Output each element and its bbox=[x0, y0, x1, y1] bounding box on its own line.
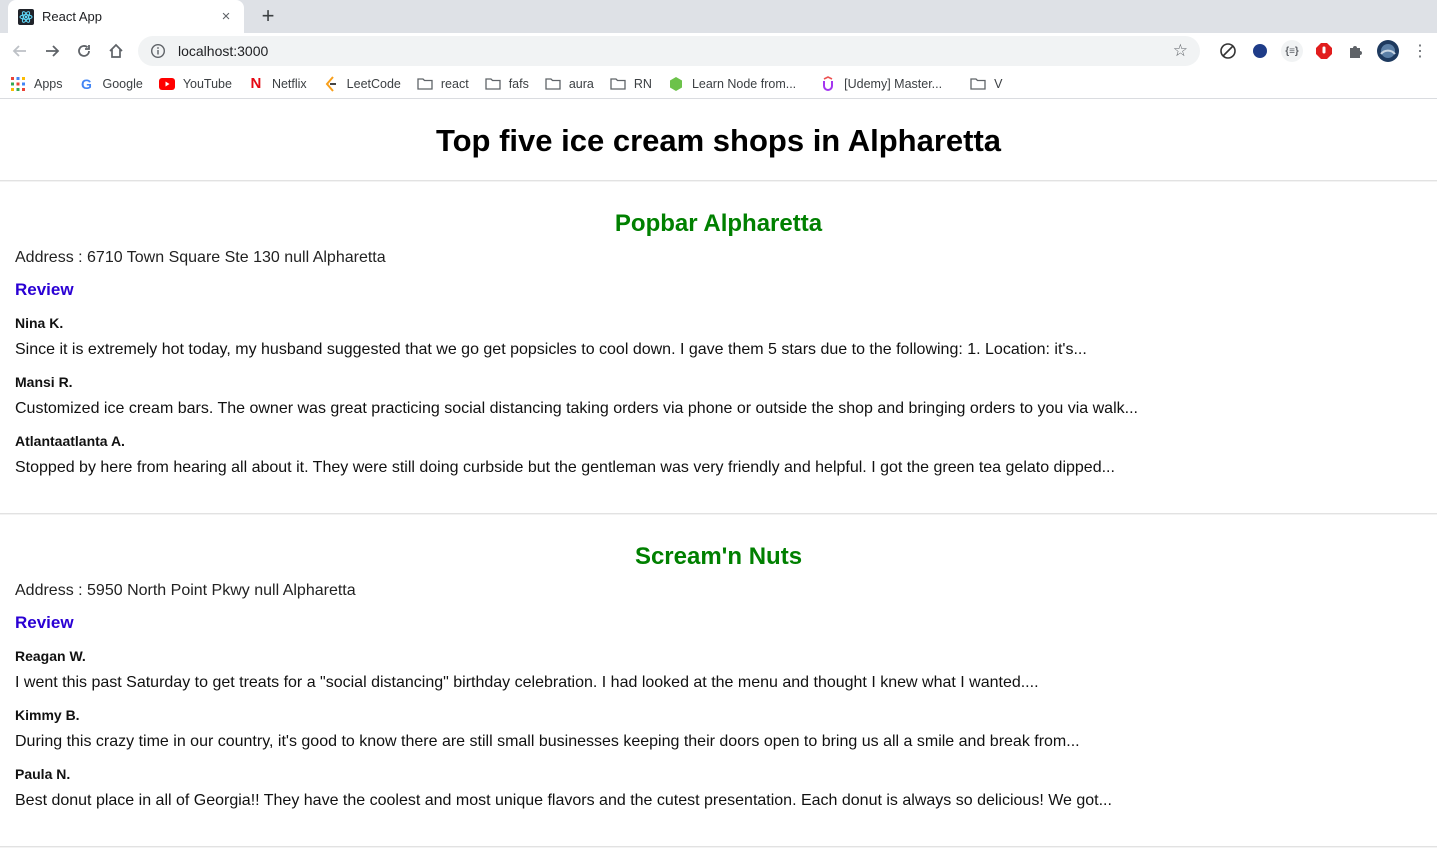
bookmark-netflix[interactable]: N Netflix bbox=[248, 75, 307, 92]
reviewer-name: Nina K. bbox=[15, 315, 64, 331]
reviewer-name: Reagan W. bbox=[15, 648, 86, 664]
extensions-area: {≡} ⋮ bbox=[1212, 36, 1436, 66]
bookmark-star-icon[interactable]: ☆ bbox=[1173, 41, 1188, 61]
google-icon: G bbox=[81, 75, 92, 92]
new-tab-button[interactable]: + bbox=[256, 4, 280, 28]
review-item: Mansi R. Customized ice cream bars. The … bbox=[15, 373, 1422, 419]
bookmark-label: aura bbox=[568, 76, 594, 91]
review-text: Since it is extremely hot today, my husb… bbox=[15, 341, 1087, 358]
divider bbox=[0, 846, 1437, 848]
review-item: Paula N. Best donut place in all of Geor… bbox=[15, 765, 1422, 811]
bookmark-folder-aura[interactable]: aura bbox=[545, 76, 594, 92]
bookmark-folder-v[interactable]: V bbox=[970, 76, 1002, 92]
leetcode-icon bbox=[323, 75, 339, 92]
bookmarks-bar: Apps G Google YouTube N Netflix LeetCode… bbox=[0, 69, 1437, 99]
review-item: Kimmy B. During this crazy time in our c… bbox=[15, 706, 1422, 752]
home-icon bbox=[109, 43, 123, 58]
bookmark-learn-node[interactable]: Learn Node from... bbox=[668, 76, 796, 92]
folder-icon bbox=[970, 76, 986, 92]
forward-button[interactable] bbox=[36, 35, 68, 67]
url-text[interactable]: localhost:3000 bbox=[178, 43, 1173, 59]
close-tab-icon[interactable]: × bbox=[218, 8, 234, 25]
bookmark-google[interactable]: G Google bbox=[79, 76, 143, 92]
review-text: During this crazy time in our country, i… bbox=[15, 733, 1080, 750]
menu-kebab-icon[interactable]: ⋮ bbox=[1409, 40, 1431, 62]
browser-tab[interactable]: React App × bbox=[8, 0, 244, 33]
extension-moon-icon[interactable] bbox=[1249, 40, 1271, 62]
arrow-right-icon bbox=[46, 45, 60, 57]
reviewer-name: Atlantaatlanta A. bbox=[15, 433, 125, 449]
home-button[interactable] bbox=[100, 35, 132, 67]
reload-button[interactable] bbox=[68, 35, 100, 67]
bookmark-label: [Udemy] Master... bbox=[844, 76, 943, 91]
browser-toolbar: localhost:3000 ☆ {≡} ⋮ bbox=[0, 33, 1437, 69]
review-item: Nina K. Since it is extremely hot today,… bbox=[15, 314, 1422, 360]
folder-icon bbox=[545, 76, 561, 92]
node-icon bbox=[668, 76, 684, 92]
folder-icon bbox=[485, 76, 501, 92]
apps-grid-icon bbox=[10, 76, 26, 92]
review-heading: Review bbox=[15, 280, 74, 299]
youtube-icon bbox=[158, 76, 175, 92]
shop-name: Scream'n Nuts bbox=[634, 543, 803, 570]
netflix-icon: N bbox=[250, 75, 262, 92]
shop-address: Address : 5950 North Point Pkwy null Alp… bbox=[15, 582, 356, 599]
bookmark-folder-rn[interactable]: RN bbox=[610, 76, 652, 92]
review-text: I went this past Saturday to get treats … bbox=[15, 674, 1039, 691]
page-content: Top five ice cream shops in Alpharetta P… bbox=[0, 99, 1437, 848]
review-text: Customized ice cream bars. The owner was… bbox=[15, 400, 1138, 417]
tab-title: React App bbox=[42, 9, 102, 24]
review-item: Reagan W. I went this past Saturday to g… bbox=[15, 647, 1422, 693]
react-favicon-icon bbox=[18, 8, 34, 25]
bookmark-folder-react[interactable]: react bbox=[417, 76, 469, 92]
bookmark-label: Netflix bbox=[271, 76, 307, 91]
address-bar[interactable]: localhost:3000 ☆ bbox=[138, 36, 1200, 66]
shop-card: Scream'n Nuts Address : 5950 North Point… bbox=[0, 515, 1437, 846]
review-item: Atlantaatlanta A. Stopped by here from h… bbox=[15, 432, 1422, 478]
folder-icon bbox=[610, 76, 626, 92]
extension-blocker-icon[interactable] bbox=[1217, 40, 1239, 62]
shop-address: Address : 6710 Town Square Ste 130 null … bbox=[15, 249, 386, 266]
bookmark-leetcode[interactable]: LeetCode bbox=[323, 75, 401, 92]
bookmark-label: Google bbox=[102, 76, 143, 91]
site-info-icon[interactable] bbox=[150, 43, 166, 59]
extension-json-icon[interactable]: {≡} bbox=[1281, 40, 1303, 62]
bookmark-udemy[interactable]: [Udemy] Master... bbox=[820, 75, 943, 92]
reviewer-name: Kimmy B. bbox=[15, 707, 80, 723]
profile-avatar-icon[interactable] bbox=[1377, 40, 1399, 62]
bookmark-label: react bbox=[440, 76, 469, 91]
bookmark-label: YouTube bbox=[182, 76, 232, 91]
bookmark-label: Learn Node from... bbox=[691, 76, 797, 91]
bookmark-apps[interactable]: Apps bbox=[10, 76, 63, 92]
review-text: Stopped by here from hearing all about i… bbox=[15, 459, 1115, 476]
bookmark-label: LeetCode bbox=[346, 76, 401, 91]
reviewer-name: Mansi R. bbox=[15, 374, 73, 390]
reload-icon bbox=[78, 45, 90, 57]
extension-stop-icon[interactable] bbox=[1313, 40, 1335, 62]
review-text: Best donut place in all of Georgia!! The… bbox=[15, 792, 1112, 809]
extensions-puzzle-icon[interactable] bbox=[1345, 40, 1367, 62]
bookmark-label: Apps bbox=[34, 76, 63, 91]
page-title: Top five ice cream shops in Alpharetta bbox=[435, 123, 1002, 158]
bookmark-label: fafs bbox=[508, 76, 529, 91]
bookmark-youtube[interactable]: YouTube bbox=[158, 76, 232, 92]
arrow-left-icon bbox=[12, 45, 26, 57]
udemy-icon bbox=[820, 75, 836, 92]
reviewer-name: Paula N. bbox=[15, 766, 71, 782]
shop-card: Popbar Alpharetta Address : 6710 Town Sq… bbox=[0, 182, 1437, 513]
bookmark-label: V bbox=[994, 76, 1003, 91]
folder-icon bbox=[417, 76, 433, 92]
review-heading: Review bbox=[15, 613, 74, 632]
bookmark-folder-fafs[interactable]: fafs bbox=[485, 76, 529, 92]
back-button[interactable] bbox=[4, 35, 36, 67]
shop-name: Popbar Alpharetta bbox=[614, 210, 823, 237]
bookmark-label: RN bbox=[633, 76, 652, 91]
tab-strip: React App × + bbox=[0, 0, 1437, 33]
